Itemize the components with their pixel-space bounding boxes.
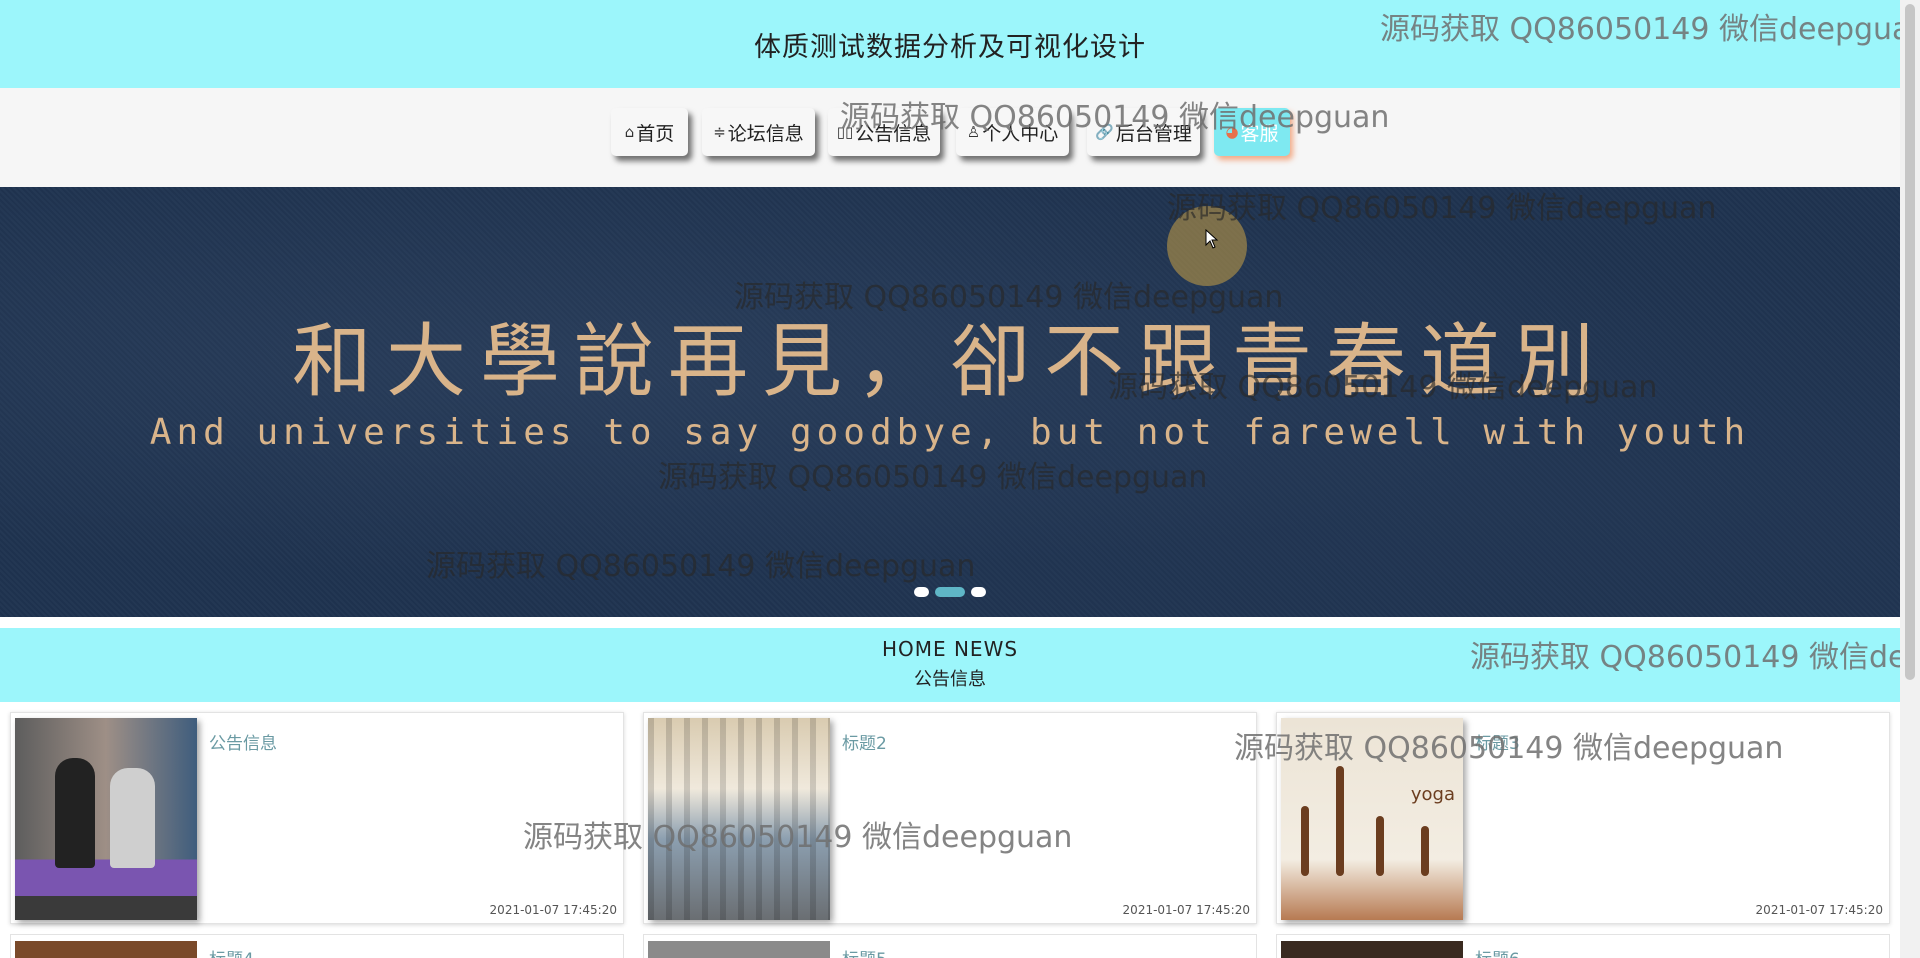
news-card[interactable]: 标题2 2021-01-07 17:45:20	[643, 712, 1257, 924]
nav-label: 后台管理	[1115, 122, 1192, 145]
section-title-cn: 公告信息	[914, 669, 986, 690]
carousel-dot[interactable]	[971, 587, 986, 597]
nav-customer-service[interactable]: ◕ 客服	[1214, 108, 1290, 156]
carousel-dot[interactable]	[914, 587, 929, 597]
site-header: 体质测试数据分析及可视化设计	[0, 0, 1900, 88]
link-icon: 🔗	[1095, 123, 1114, 141]
mouse-pointer-icon	[1205, 229, 1219, 249]
news-time: 2021-01-07 17:45:20	[1122, 903, 1250, 917]
nav-label: 论坛信息	[727, 122, 804, 145]
person-figure	[55, 758, 95, 868]
news-thumbnail	[1281, 941, 1463, 958]
news-card[interactable]: yoga 标题3 2021-01-07 17:45:20	[1276, 712, 1890, 924]
banner-subline: And universities to say goodbye, but not…	[149, 412, 1751, 453]
news-card[interactable]: 标题5	[643, 934, 1257, 958]
page-scrollbar[interactable]	[1900, 0, 1920, 958]
hero-carousel[interactable]: 和大學說再見，卻不跟青春道別 And universities to say g…	[0, 187, 1900, 617]
nav-announcements[interactable]: ▯▯ 公告信息	[828, 108, 940, 156]
section-title-en: HOME NEWS	[881, 637, 1019, 661]
yoga-figure	[1376, 816, 1384, 876]
yoga-figure	[1421, 826, 1429, 876]
banner-headline: 和大學說再見，卻不跟青春道別	[292, 315, 1608, 408]
news-thumbnail	[15, 941, 197, 958]
news-card[interactable]: 公告信息 2021-01-07 17:45:20	[10, 712, 624, 924]
news-thumbnail: yoga	[1281, 718, 1463, 920]
yoga-figure	[1301, 806, 1309, 876]
nav-admin[interactable]: 🔗 后台管理	[1087, 108, 1200, 156]
nav-profile[interactable]: ♙ 个人中心	[956, 108, 1069, 156]
news-card[interactable]: 标题4	[10, 934, 624, 958]
nav-label: 个人中心	[982, 122, 1059, 145]
news-card[interactable]: 标题6	[1276, 934, 1890, 958]
home-icon: ⌂	[624, 123, 635, 141]
nav-home[interactable]: ⌂ 首页	[611, 108, 688, 156]
book-icon: ▯▯	[836, 123, 854, 141]
person-figure	[110, 768, 155, 868]
news-time: 2021-01-07 17:45:20	[1755, 903, 1883, 917]
site-title: 体质测试数据分析及可视化设计	[754, 31, 1146, 63]
news-title: 标题3	[1475, 734, 1520, 754]
news-title: 公告信息	[209, 734, 277, 754]
carousel-dot-active[interactable]	[935, 587, 965, 597]
news-time: 2021-01-07 17:45:20	[489, 903, 617, 917]
news-thumbnail	[15, 718, 197, 920]
user-icon: ♙	[966, 123, 981, 141]
news-title: 标题4	[209, 945, 254, 958]
news-thumbnail	[648, 941, 830, 958]
news-title: 标题2	[842, 734, 887, 754]
sliders-icon: ≑	[713, 123, 726, 141]
news-title: 标题6	[1475, 945, 1520, 958]
main-nav: ⌂ 首页 ≑ 论坛信息 ▯▯ 公告信息 ♙ 个人中心 🔗 后台管理 ◕ 客服	[0, 88, 1900, 187]
news-thumbnail	[648, 718, 830, 920]
nav-forum[interactable]: ≑ 论坛信息	[702, 108, 815, 156]
nav-label: 首页	[636, 122, 675, 145]
nav-label: 公告信息	[855, 122, 932, 145]
thumbnail-caption: yoga	[1410, 784, 1455, 805]
carousel-indicators	[914, 587, 986, 597]
nav-label: 客服	[1240, 122, 1279, 145]
yoga-figure	[1336, 766, 1344, 876]
chat-icon: ◕	[1225, 123, 1239, 141]
news-section-header: HOME NEWS 公告信息	[0, 628, 1900, 702]
news-title: 标题5	[842, 945, 887, 958]
scrollbar-thumb[interactable]	[1905, 4, 1915, 680]
